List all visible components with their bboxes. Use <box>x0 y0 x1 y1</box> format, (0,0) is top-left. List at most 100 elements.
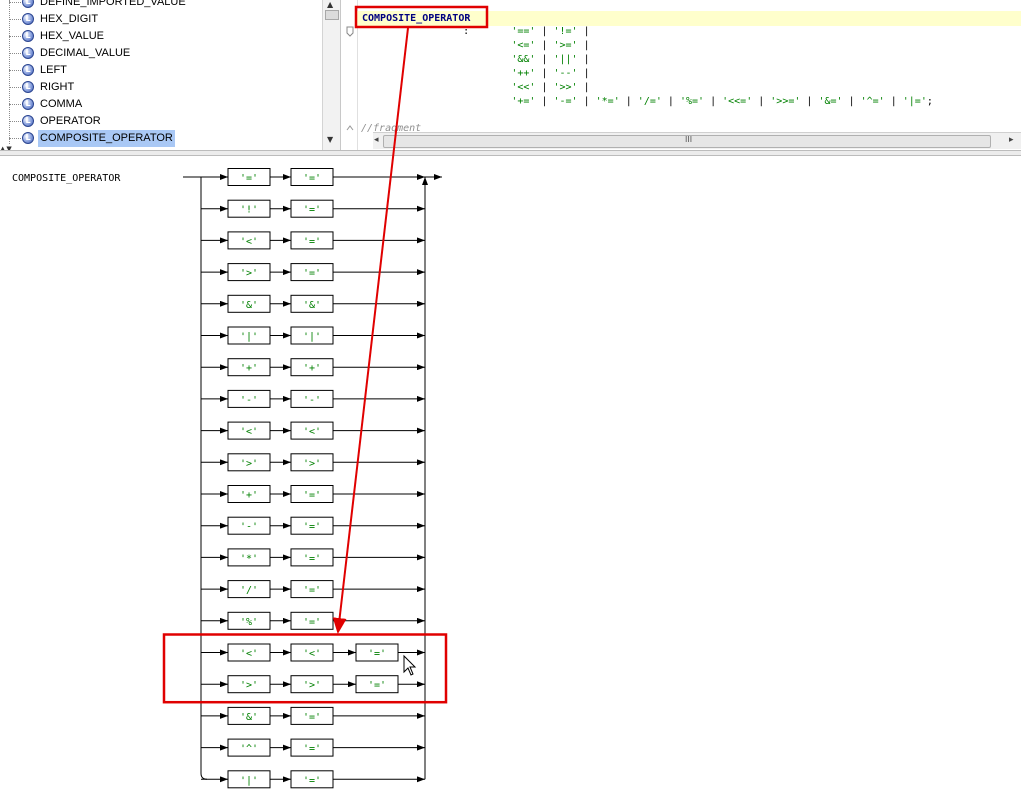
token-label: '=' <box>303 585 321 596</box>
string-literal: '--' <box>553 68 578 79</box>
punctuation: | <box>752 96 771 107</box>
string-literal: '>=' <box>553 40 578 51</box>
scroll-left-icon[interactable]: ◂ <box>374 135 379 145</box>
code-line: '++' | '--' | <box>415 67 589 80</box>
code-line: : '==' | '!=' | <box>415 25 590 38</box>
scrollbar-grip: III <box>685 135 693 144</box>
token-label: '<' <box>303 427 321 438</box>
token-label: '=' <box>303 553 321 564</box>
token-label: '=' <box>303 490 321 501</box>
tree-connector <box>9 36 21 37</box>
token-label: '=' <box>303 205 321 216</box>
token-label: '+' <box>240 363 258 374</box>
tree-item[interactable]: L DEFINE_IMPORTED_VALUE <box>0 0 340 11</box>
string-literal: '>>=' <box>770 96 801 107</box>
tree-item[interactable]: L COMPOSITE_OPERATOR <box>0 130 340 147</box>
punctuation: | <box>884 96 903 107</box>
scroll-up-icon[interactable]: ▲ <box>327 0 333 9</box>
string-literal: '&=' <box>818 96 843 107</box>
string-literal: '<=' <box>511 40 536 51</box>
tree-item[interactable]: L RIGHT <box>0 79 340 96</box>
panel-splitter[interactable] <box>0 150 1021 156</box>
rule-name-token: COMPOSITE_OPERATOR <box>362 13 471 24</box>
lexer-rule-icon: L <box>22 81 34 93</box>
tree-item-label: HEX_DIGIT <box>40 13 99 25</box>
punctuation: | <box>842 96 861 107</box>
tree-item-label: COMMA <box>40 98 83 110</box>
fold-end-icon <box>346 125 354 131</box>
left-rail <box>200 177 208 780</box>
tree-item-label: LEFT <box>40 64 67 76</box>
token-label: '=' <box>303 712 321 723</box>
token-label: '/' <box>240 585 258 596</box>
punctuation <box>415 54 511 65</box>
token-label: '*' <box>240 553 258 564</box>
punctuation: | <box>577 40 590 51</box>
punctuation: | <box>800 96 819 107</box>
tree-item-label: DECIMAL_VALUE <box>40 47 131 59</box>
scroll-right-icon[interactable]: ▸ <box>1009 135 1014 145</box>
punctuation: | <box>535 26 554 37</box>
code-line: '&&' | '||' | <box>415 53 590 66</box>
string-literal: '+=' <box>511 96 536 107</box>
tree-connector <box>9 138 21 139</box>
tree-item[interactable]: L HEX_VALUE <box>0 28 340 45</box>
token-label: '<' <box>240 427 258 438</box>
token-label: '=' <box>240 173 258 184</box>
token-label: '<' <box>240 649 258 660</box>
token-label: '|' <box>240 332 258 343</box>
token-label: '>' <box>303 458 321 469</box>
token-label: '=' <box>303 268 321 279</box>
diagram-tokens: '=' '=' '!' '=' '<' '=' '>' '=' '&' '&' '|' '|' '+' '… <box>227 168 399 789</box>
punctuation: | <box>535 54 554 65</box>
lexer-rule-icon: L <box>22 30 34 42</box>
tree-item[interactable]: L COMMA <box>0 96 340 113</box>
scroll-down-icon[interactable]: ▼ <box>327 135 333 144</box>
token-label: '=' <box>368 649 386 660</box>
lexer-rule-icon: L <box>22 13 34 25</box>
string-literal: '^=' <box>860 96 885 107</box>
string-literal: '||' <box>553 54 578 65</box>
syntax-diagram: COMPOSITE_OPERATOR '=' '=' '!' '=' '<' '=' '>'… <box>12 168 448 789</box>
tree-item[interactable]: L OPERATOR <box>0 113 340 130</box>
token-label: '<' <box>240 236 258 247</box>
token-label: '=' <box>303 617 321 628</box>
token-label: '^' <box>240 744 258 755</box>
editor-gutter <box>343 0 358 150</box>
scrollbar-thumb[interactable] <box>325 10 339 20</box>
rule-tree-panel: L DEFINE_IMPORTED_VALUE L HEX_DIGIT L HEX_VAL… <box>0 0 341 150</box>
punctuation: | <box>577 26 590 37</box>
tree-item[interactable]: L LEFT <box>0 62 340 79</box>
punctuation: ; <box>926 96 933 107</box>
tree-item-label: COMPOSITE_OPERATOR <box>38 130 175 147</box>
string-literal: '==' <box>511 26 536 37</box>
tree-vertical-scrollbar[interactable]: ▲ ▼ <box>322 0 340 150</box>
token-label: '=' <box>303 522 321 533</box>
punctuation <box>415 68 511 79</box>
fold-collapse-icon[interactable] <box>346 26 354 37</box>
tree-item[interactable]: L DECIMAL_VALUE <box>0 45 340 62</box>
tree-item[interactable]: L HEX_DIGIT <box>0 11 340 28</box>
punctuation: | <box>577 82 590 93</box>
token-label: '-' <box>240 522 258 533</box>
punctuation: | <box>535 96 554 107</box>
punctuation: | <box>577 96 596 107</box>
lexer-rule-icon: L <box>22 47 34 59</box>
code-line: '+=' | '-=' | '*=' | '/=' | '%=' | '<<='… <box>415 95 933 108</box>
tree-connector <box>9 19 21 20</box>
string-literal: '|=' <box>902 96 927 107</box>
editor-horizontal-scrollbar[interactable]: ◂ III ▸ <box>373 132 1021 149</box>
punctuation: : <box>415 26 512 37</box>
grammar-code-editor[interactable]: COMPOSITE_OPERATOR : '==' | '!=' | '<=' … <box>343 0 1021 150</box>
token-label: '=' <box>303 236 321 247</box>
token-label: '+' <box>240 490 258 501</box>
punctuation <box>415 96 511 107</box>
string-literal: '-=' <box>553 96 578 107</box>
tree-item-label: DEFINE_IMPORTED_VALUE <box>40 0 186 8</box>
tree-item-label: OPERATOR <box>40 115 101 127</box>
lexer-rule-icon: L <box>22 98 34 110</box>
punctuation: | <box>535 40 554 51</box>
tree-item-label: RIGHT <box>40 81 75 93</box>
punctuation: | <box>577 54 590 65</box>
token-label: '>' <box>303 680 321 691</box>
